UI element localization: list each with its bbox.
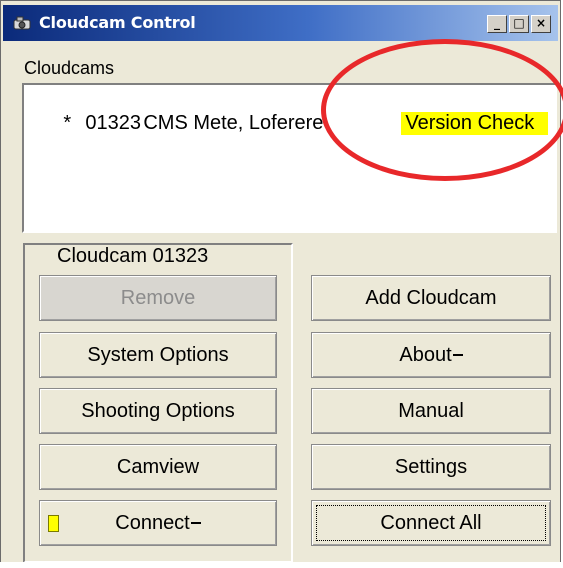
settings-label: Settings	[394, 455, 468, 478]
connect-all-label: Connect All	[380, 511, 482, 534]
minimize-button[interactable]: _	[487, 15, 507, 33]
close-button[interactable]: ×	[531, 15, 551, 33]
remove-button[interactable]: Remove	[39, 275, 277, 321]
system-options-label: System Options	[87, 343, 229, 366]
cloudcam-app-icon	[13, 16, 31, 30]
underline-mark	[190, 522, 201, 524]
group-title: Cloudcam 01323	[51, 245, 215, 268]
remove-button-label: Remove	[120, 286, 196, 309]
connect-label: Connect	[115, 511, 190, 534]
shooting-options-label: Shooting Options	[81, 399, 235, 422]
system-options-button[interactable]: System Options	[39, 332, 277, 378]
maximize-button[interactable]: □	[509, 15, 529, 33]
list-item[interactable]: * 01323 CMS Mete, Loferere Version Check	[30, 89, 549, 158]
add-cloudcam-label: Add Cloudcam	[365, 286, 497, 309]
row-status-badge: Version Check	[401, 112, 549, 135]
about-label: About	[399, 343, 452, 366]
cloudcams-listbox[interactable]: * 01323 CMS Mete, Loferere Version Check	[22, 83, 557, 233]
title-bar[interactable]: Cloudcam Control _ □ ×	[3, 5, 558, 41]
connection-status-indicator	[48, 515, 59, 532]
row-cam-name: CMS Mete, Loferere	[143, 112, 324, 134]
manual-button[interactable]: Manual	[311, 388, 551, 434]
bottom-strip	[0, 562, 563, 568]
settings-button[interactable]: Settings	[311, 444, 551, 490]
add-cloudcam-button[interactable]: Add Cloudcam	[311, 275, 551, 321]
row-marker: *	[63, 112, 72, 134]
row-cam-id: 01323	[85, 112, 141, 134]
shooting-options-button[interactable]: Shooting Options	[39, 388, 277, 434]
camview-label: Camview	[116, 455, 200, 478]
window-title: Cloudcam Control	[39, 13, 196, 32]
connect-button[interactable]: Connect	[39, 500, 277, 546]
underline-mark	[452, 354, 463, 356]
cloudcams-label: Cloudcams	[24, 58, 115, 78]
connect-all-button[interactable]: Connect All	[311, 500, 551, 546]
about-button[interactable]: About	[311, 332, 551, 378]
cloudcam-control-window: Cloudcam Control _ □ × Cloudcams * 01323 C…	[0, 0, 561, 566]
manual-label: Manual	[398, 399, 464, 422]
camview-button[interactable]: Camview	[39, 444, 277, 490]
